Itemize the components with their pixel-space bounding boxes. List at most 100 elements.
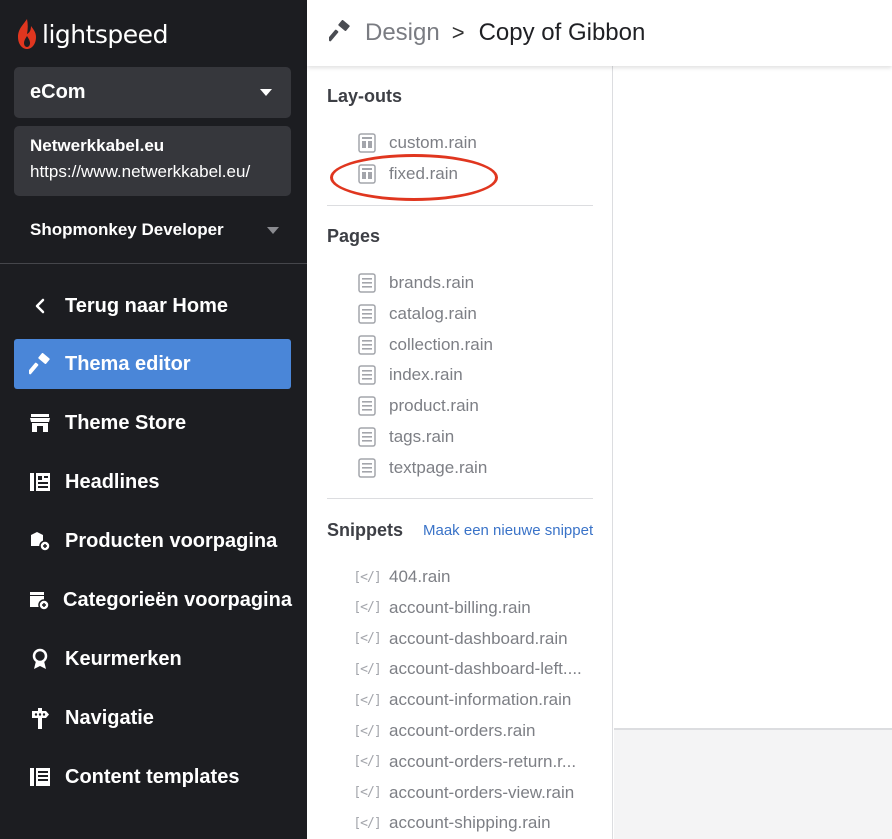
file-name: account-dashboard-left....	[389, 659, 582, 679]
file-item[interactable]: [</] 404.rain	[353, 565, 451, 589]
store-type-label: eCom	[30, 81, 86, 103]
nav-item-keurmerken[interactable]: Keurmerken	[14, 634, 291, 684]
brand-name: lightspeed	[42, 19, 168, 49]
signpost-icon	[28, 706, 52, 730]
account-dropdown[interactable]: Shopmonkey Developer	[30, 218, 285, 242]
layout-file-icon	[357, 132, 377, 154]
badge-icon	[28, 647, 52, 671]
file-name: account-shipping.rain	[389, 813, 551, 833]
nav-item-headlines[interactable]: Headlines	[14, 457, 291, 507]
file-item[interactable]: [</] account-orders.rain	[353, 719, 536, 743]
file-item[interactable]: [</] account-billing.rain	[353, 596, 531, 620]
preview-bottom-panel	[614, 728, 892, 839]
code-file-icon: [</]	[353, 569, 381, 585]
breadcrumb-design[interactable]: Design	[365, 19, 440, 47]
code-file-icon: [</]	[353, 754, 381, 770]
file-name: product.rain	[389, 396, 479, 416]
file-name: brands.rain	[389, 273, 475, 292]
nav-label: Categorieën voorpagina	[63, 588, 292, 611]
file-name: textpage.rain	[389, 457, 488, 477]
shop-name: Netwerkkabel.eu	[30, 136, 165, 155]
chevron-left-icon	[28, 294, 52, 318]
file-item[interactable]: catalog.rain	[357, 302, 477, 326]
store-icon	[28, 411, 52, 435]
shop-card[interactable]: Netwerkkabel.eu https://www.netwerkkabel…	[14, 126, 291, 196]
file-browser-panel: Lay-outs custom.rain fixed.rain Pages br…	[307, 66, 613, 839]
code-file-icon: [</]	[353, 600, 381, 616]
file-name: 404.rain	[389, 567, 451, 586]
file-name: catalog.rain	[389, 303, 477, 323]
layout-file-icon	[357, 163, 377, 185]
code-file-icon: [</]	[353, 661, 381, 677]
file-name: account-billing.rain	[389, 597, 531, 617]
page-file-icon	[357, 395, 377, 417]
file-item[interactable]: [</] account-orders-return.r...	[353, 750, 577, 774]
hammer-icon	[28, 352, 52, 376]
page-file-icon	[357, 426, 377, 448]
file-name: account-orders-view.rain	[389, 782, 575, 802]
file-name: custom.rain	[389, 133, 477, 152]
nav-label: Keurmerken	[65, 647, 182, 670]
file-item[interactable]: product.rain	[357, 394, 479, 418]
new-snippet-link[interactable]: Maak een nieuwe snippet	[423, 522, 593, 539]
section-divider	[327, 205, 593, 206]
page-file-icon	[357, 334, 377, 356]
nav-item-theme-editor[interactable]: Thema editor	[14, 339, 291, 389]
store-type-select[interactable]: eCom	[14, 67, 291, 118]
file-item[interactable]: [</] account-dashboard-left....	[353, 657, 582, 681]
file-name: account-orders-return.r...	[389, 751, 577, 771]
code-file-icon: [</]	[353, 815, 381, 831]
nav-label: Producten voorpagina	[65, 529, 278, 552]
nav-item-categories-home[interactable]: Categorieën voorpagina	[14, 575, 292, 625]
newspaper-icon	[28, 470, 52, 494]
file-item[interactable]: [</] account-orders-view.rain	[353, 781, 575, 805]
file-item[interactable]: index.rain	[357, 363, 463, 387]
file-name: account-dashboard.rain	[389, 628, 568, 648]
code-file-icon: [</]	[353, 785, 381, 801]
page-file-icon	[357, 364, 377, 386]
sidebar-divider	[0, 263, 307, 264]
breadcrumb-separator: >	[451, 20, 465, 45]
template-icon	[28, 765, 52, 789]
snippets-heading: Snippets	[327, 520, 404, 540]
file-item[interactable]: fixed.rain	[357, 162, 458, 186]
code-file-icon: [</]	[353, 692, 381, 708]
section-divider	[327, 498, 593, 499]
nav-label: Terug naar Home	[65, 294, 228, 317]
file-name: account-orders.rain	[389, 721, 536, 740]
flame-logo-icon	[18, 19, 36, 49]
nav-item-home[interactable]: Terug naar Home	[14, 281, 291, 331]
file-name: fixed.rain	[389, 164, 458, 183]
nav-item-content-templates[interactable]: Content templates	[14, 752, 291, 802]
sidebar: lightspeed eCom Netwerkkabel.eu https://…	[0, 0, 307, 839]
theme-preview-area	[614, 66, 892, 839]
nav-label: Navigatie	[65, 706, 154, 729]
nav-label: Headlines	[65, 470, 160, 493]
file-name: account-information.rain	[389, 690, 572, 710]
hammer-icon	[327, 19, 351, 47]
nav-item-products-home[interactable]: Producten voorpagina	[14, 516, 291, 566]
nav-label: Content templates	[65, 765, 240, 788]
caret-down-icon	[260, 89, 272, 96]
caret-down-icon	[267, 227, 279, 234]
file-item[interactable]: collection.rain	[357, 333, 493, 357]
category-home-icon	[28, 588, 50, 612]
code-file-icon: [</]	[353, 723, 381, 739]
file-item[interactable]: brands.rain	[357, 271, 474, 295]
nav-item-navigatie[interactable]: Navigatie	[14, 693, 291, 743]
nav-label: Thema editor	[65, 352, 191, 375]
product-home-icon	[28, 529, 52, 553]
layouts-heading: Lay-outs	[327, 86, 403, 106]
file-item[interactable]: [</] account-dashboard.rain	[353, 627, 568, 651]
lightspeed-logo[interactable]: lightspeed	[14, 16, 168, 52]
file-item[interactable]: [</] account-information.rain	[353, 688, 572, 712]
file-item[interactable]: [</] account-shipping.rain	[353, 811, 551, 835]
page-file-icon	[357, 272, 377, 294]
file-item[interactable]: textpage.rain	[357, 456, 487, 480]
file-item[interactable]: custom.rain	[357, 131, 477, 155]
file-item[interactable]: tags.rain	[357, 425, 454, 449]
nav-item-theme-store[interactable]: Theme Store	[14, 398, 291, 448]
page-file-icon	[357, 457, 377, 479]
account-name: Shopmonkey Developer	[30, 220, 224, 239]
pages-heading: Pages	[327, 226, 381, 246]
